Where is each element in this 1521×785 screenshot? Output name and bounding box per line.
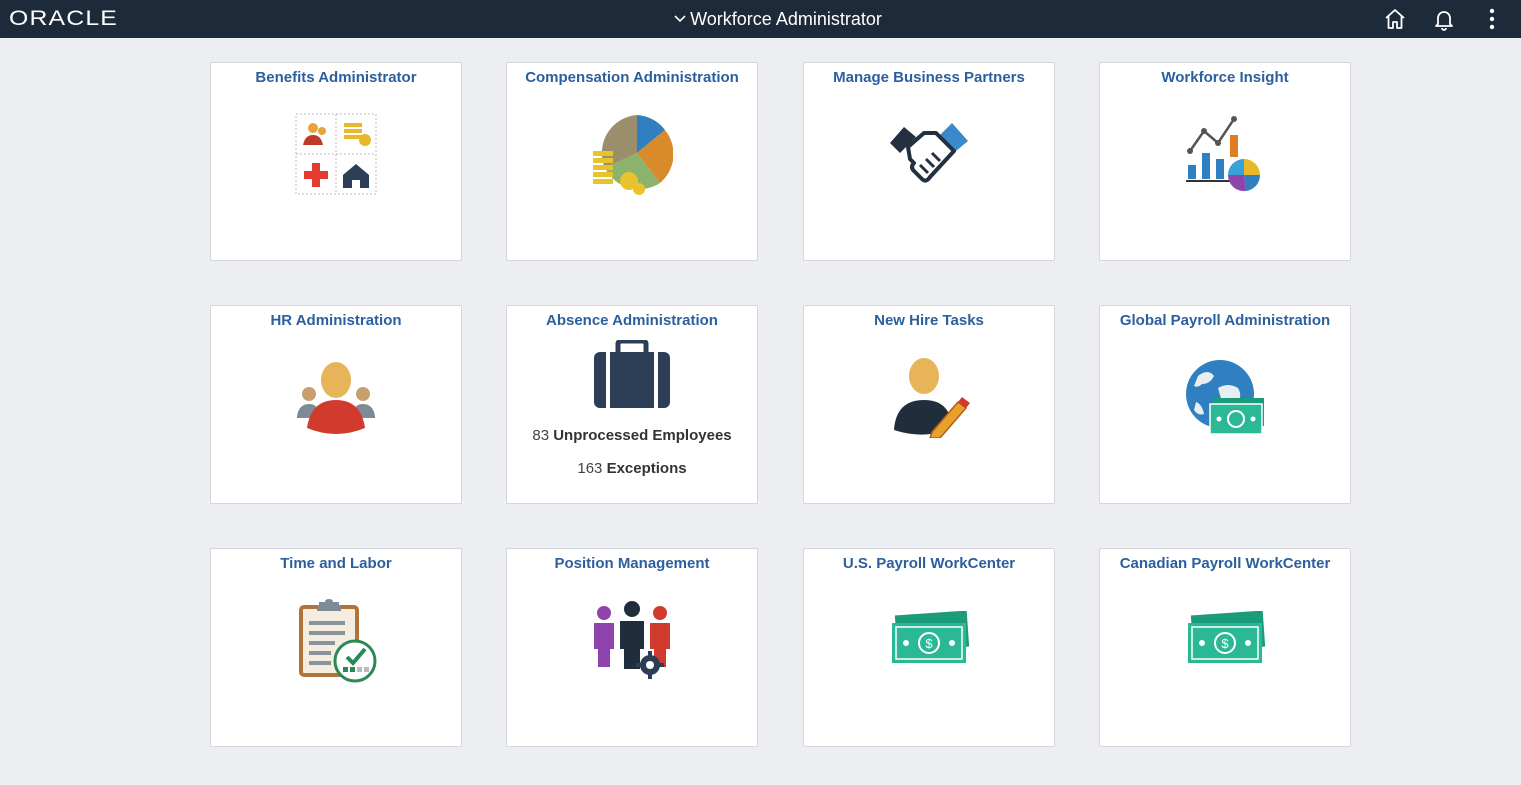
tile-title: Canadian Payroll WorkCenter bbox=[1119, 555, 1331, 572]
tile-new-hire-tasks[interactable]: New Hire Tasks bbox=[803, 305, 1055, 504]
tile-title: Compensation Administration bbox=[525, 69, 739, 86]
tile-us-payroll-workcenter[interactable]: U.S. Payroll WorkCenter $ bbox=[803, 548, 1055, 747]
benefits-icon bbox=[295, 113, 377, 195]
global-payroll-icon bbox=[1186, 360, 1264, 435]
notifications-button[interactable] bbox=[1431, 6, 1457, 32]
tile-workforce-insight[interactable]: Workforce Insight bbox=[1099, 62, 1351, 261]
tile-title: Time and Labor bbox=[280, 555, 392, 572]
metric-exceptions: 163 Exceptions bbox=[507, 460, 757, 477]
money-icon: $ bbox=[1188, 611, 1266, 663]
tile-time-and-labor[interactable]: Time and Labor bbox=[210, 548, 462, 747]
home-button[interactable] bbox=[1382, 6, 1408, 32]
money-icon: $ bbox=[892, 611, 970, 663]
metric-label: Unprocessed Employees bbox=[553, 427, 732, 444]
tile-title: New Hire Tasks bbox=[874, 312, 984, 329]
homepage-selector[interactable]: Workforce Administrator bbox=[674, 9, 882, 30]
people-icon bbox=[297, 362, 375, 434]
analytics-icon bbox=[1186, 116, 1261, 192]
page-title: Workforce Administrator bbox=[690, 8, 882, 29]
tile-title: Position Management bbox=[554, 555, 710, 572]
home-icon bbox=[1385, 9, 1405, 29]
tile-position-management[interactable]: Position Management bbox=[506, 548, 758, 747]
oracle-logo: ORACLE bbox=[9, 7, 118, 30]
handshake-icon bbox=[890, 123, 968, 183]
more-vertical-icon bbox=[1489, 8, 1495, 30]
tile-title: Absence Administration bbox=[546, 312, 718, 329]
actions-menu-button[interactable] bbox=[1479, 6, 1505, 32]
metric-label: Exceptions bbox=[606, 460, 687, 477]
tile-hr-administration[interactable]: HR Administration bbox=[210, 305, 462, 504]
svg-text:$: $ bbox=[1221, 636, 1229, 651]
bell-icon bbox=[1435, 11, 1453, 31]
tile-title: Workforce Insight bbox=[1161, 69, 1289, 86]
new-hire-icon bbox=[894, 358, 970, 438]
compensation-icon bbox=[593, 115, 673, 195]
top-banner: ORACLE Workforce Administrator bbox=[0, 0, 1521, 38]
tile-title: HR Administration bbox=[270, 312, 402, 329]
tile-compensation-administration[interactable]: Compensation Administration bbox=[506, 62, 758, 261]
tile-benefits-administrator[interactable]: Benefits Administrator bbox=[210, 62, 462, 261]
tile-manage-business-partners[interactable]: Manage Business Partners bbox=[803, 62, 1055, 261]
svg-text:$: $ bbox=[925, 636, 933, 651]
metric-unprocessed-employees: 83 Unprocessed Employees bbox=[507, 427, 757, 444]
metric-value: 83 bbox=[532, 427, 550, 444]
clipboard-icon bbox=[299, 599, 377, 683]
tile-title: Global Payroll Administration bbox=[1119, 312, 1331, 329]
tile-absence-administration[interactable]: Absence Administration 83 Unprocessed Em… bbox=[506, 305, 758, 504]
tile-global-payroll-administration[interactable]: Global Payroll Administration bbox=[1099, 305, 1351, 504]
position-icon bbox=[594, 601, 670, 679]
briefcase-icon bbox=[594, 340, 670, 408]
tile-title: Manage Business Partners bbox=[833, 69, 1025, 86]
metric-value: 163 bbox=[577, 460, 603, 477]
chevron-down-icon bbox=[674, 15, 686, 23]
tile-title: U.S. Payroll WorkCenter bbox=[842, 555, 1016, 572]
tile-title: Benefits Administrator bbox=[255, 69, 417, 86]
tile-canadian-payroll-workcenter[interactable]: Canadian Payroll WorkCenter $ bbox=[1099, 548, 1351, 747]
